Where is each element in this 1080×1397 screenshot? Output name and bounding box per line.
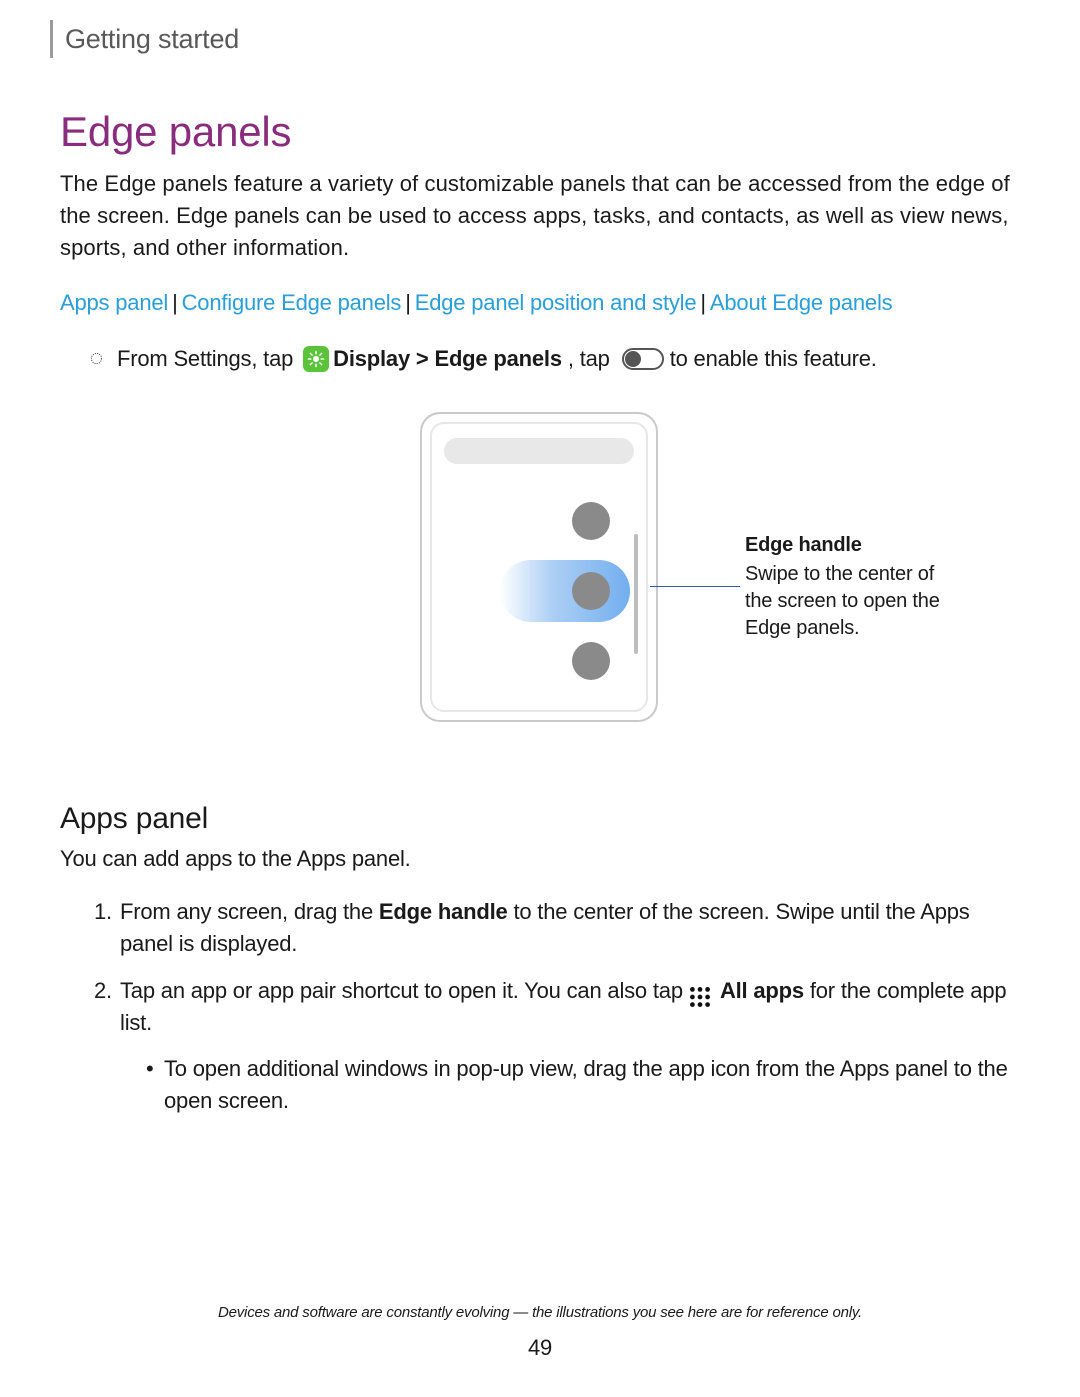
callout-text: Edge handle Swipe to the center of the s… <box>745 532 965 642</box>
instr-display-edge: Display > Edge panels <box>333 346 562 372</box>
edge-handle-bar <box>634 534 638 654</box>
sub-list: • To open additional windows in pop-up v… <box>146 1053 1020 1117</box>
bullet-dot: • <box>146 1053 164 1117</box>
subsection-intro: You can add apps to the Apps panel. <box>60 846 1020 872</box>
page-number: 49 <box>0 1335 1080 1361</box>
instr-post: to enable this feature. <box>670 346 877 372</box>
callout-line <box>650 586 740 587</box>
section-tab: Getting started <box>50 20 1020 58</box>
link-position-style[interactable]: Edge panel position and style <box>415 290 697 315</box>
toggle-off-icon <box>622 348 664 370</box>
instr-mid: , tap <box>568 346 610 372</box>
page-title: Edge panels <box>60 108 1020 156</box>
steps-list: 1. From any screen, drag the Edge handle… <box>94 896 1020 1117</box>
hollow-bullet-icon <box>90 352 103 365</box>
display-settings-icon <box>303 346 329 372</box>
illustration: Edge handle Swipe to the center of the s… <box>60 412 1020 752</box>
all-apps-icon <box>687 984 713 1010</box>
footer: Devices and software are constantly evol… <box>0 1304 1080 1361</box>
swipe-glow <box>500 560 630 622</box>
step-item: 1. From any screen, drag the Edge handle… <box>94 896 1020 960</box>
footer-note: Devices and software are constantly evol… <box>0 1304 1080 1321</box>
phone-outline <box>420 412 658 722</box>
step-item: 2. Tap an app or app pair shortcut to op… <box>94 975 1020 1117</box>
section-tab-bar <box>50 20 53 58</box>
step2-pre: Tap an app or app pair shortcut to open … <box>120 978 683 1003</box>
link-configure-edge[interactable]: Configure Edge panels <box>182 290 402 315</box>
step-number: 1. <box>94 896 120 928</box>
instruction-line: From Settings, tap Display > Edge panels… <box>90 346 1020 372</box>
app-dot-icon <box>572 642 610 680</box>
app-dot-icon <box>572 572 610 610</box>
link-apps-panel[interactable]: Apps panel <box>60 290 168 315</box>
app-dot-icon <box>572 502 610 540</box>
instr-pre: From Settings, tap <box>117 346 293 372</box>
sub-text: To open additional windows in pop-up vie… <box>164 1053 1020 1117</box>
step2-bold: All apps <box>715 978 804 1003</box>
callout-desc: Swipe to the center of the screen to ope… <box>745 563 940 639</box>
search-pill-placeholder <box>444 438 634 464</box>
links-row: Apps panel|Configure Edge panels|Edge pa… <box>60 290 1020 316</box>
sub-item: • To open additional windows in pop-up v… <box>146 1053 1020 1117</box>
section-label: Getting started <box>65 24 239 55</box>
link-about-edge[interactable]: About Edge panels <box>710 290 893 315</box>
callout-title: Edge handle <box>745 532 965 559</box>
step-number: 2. <box>94 975 120 1007</box>
intro-paragraph: The Edge panels feature a variety of cus… <box>60 168 1020 264</box>
phone-screen <box>430 422 648 712</box>
step1-pre: From any screen, drag the <box>120 899 379 924</box>
step1-bold: Edge handle <box>379 899 508 924</box>
subsection-title: Apps panel <box>60 802 1020 836</box>
